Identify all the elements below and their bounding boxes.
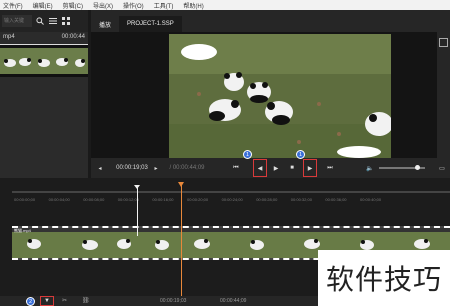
crop-icon[interactable] [439,38,448,47]
current-time-indicator[interactable] [181,184,182,306]
list-view-icon[interactable] [48,16,58,26]
player-controls: ◂ 00:00:19;03 ▸ / 00:00:44;09 ⏮ ◀ ▶ ■ ▶ … [91,158,450,178]
next-marker-icon[interactable]: ▸ [151,158,161,178]
go-to-end-icon[interactable]: ⏭ [325,158,335,178]
tab-bar: 播放 PROJECT-1.SSP [91,10,450,32]
preview-video-frame [169,34,391,158]
tab-project[interactable]: PROJECT-1.SSP [119,16,182,32]
timeline-tick-label: 00:00:32;00 [290,197,312,202]
track-clip-label: 熊猫.mp4 [14,228,31,233]
timeline-tick-label: 00:00:12;00 [117,197,139,202]
timeline-tick-label: 00:00:08;00 [83,197,105,202]
menu-operate[interactable]: 操作(O) [123,1,144,10]
stop-icon[interactable]: ■ [287,158,297,178]
playhead-handle-icon[interactable] [134,185,140,189]
previous-frame-button[interactable]: ◀ [253,159,267,177]
tab-play[interactable]: 播放 [91,16,119,32]
link-icon[interactable]: ⛓ [82,297,90,304]
timeline-tick-label: 00:00:20;00 [187,197,209,202]
track-label [0,218,88,224]
menu-clip[interactable]: 剪辑(C) [63,1,83,10]
menu-edit[interactable]: 编辑(E) [33,1,53,10]
media-clip-info: mp4 00:00:44 [0,32,88,42]
media-clip-name: mp4 [3,34,15,40]
timeline-tick-label: 00:00:36;00 [325,197,347,202]
step-badge-1: 1 [243,150,252,159]
watermark-text: 软件技巧 [318,250,450,306]
menu-file[interactable]: 文件(F) [3,1,23,10]
viewer-side-panel [437,32,450,158]
menu-tools[interactable]: 工具(T) [154,1,174,10]
timeline-current-time: 00:00:19;03 [160,298,187,304]
media-clip-duration: 00:00:44 [61,34,85,40]
volume-slider-knob[interactable] [415,165,420,170]
menu-bar: 文件(F) 编辑(E) 剪辑(C) 导出(X) 操作(O) 工具(T) 帮助(H… [0,0,450,10]
menu-help[interactable]: 帮助(H) [183,1,203,10]
playhead-marker[interactable] [137,187,138,236]
prev-marker-icon[interactable]: ◂ [95,158,105,178]
play-icon[interactable]: ▶ [271,158,281,178]
cut-icon[interactable]: ✂ [62,297,67,304]
media-toolbar [0,10,88,32]
timeline-tick-label: 00:00:24;00 [221,197,243,202]
menu-export[interactable]: 导出(X) [93,1,113,10]
timeline-ruler-line [12,191,450,193]
timeline-tick-label: 00:00:04;00 [48,197,70,202]
next-frame-button[interactable]: ▶ [303,159,317,177]
timeline-tick-label: 00:00:16;00 [152,197,174,202]
timeline-tick-label: 00:00:00;00 [14,197,36,202]
media-clip-thumbnail[interactable] [0,44,88,77]
step-badge-bottom: 2 [26,297,35,306]
timeline-tick-label: 00:00:28;00 [256,197,278,202]
timeline-tick-label: 00:00:40;00 [360,197,382,202]
search-icon[interactable] [35,16,45,26]
folder-icon[interactable]: ▭ [437,158,447,178]
current-time: 00:00:19;03 [116,165,148,171]
go-to-start-icon[interactable]: ⏮ [231,158,241,178]
current-time-handle-icon[interactable] [178,182,184,187]
total-time: / 00:00:44;09 [169,165,205,171]
split-button[interactable]: ▼ [40,296,54,306]
media-search-input[interactable] [2,15,32,27]
volume-icon[interactable]: 🔈 [365,158,375,178]
step-badge-2: 1 [296,150,305,159]
grid-view-icon[interactable] [61,16,71,26]
volume-slider[interactable] [379,158,425,178]
timeline-total-time: 00:00:44;09 [220,298,247,304]
